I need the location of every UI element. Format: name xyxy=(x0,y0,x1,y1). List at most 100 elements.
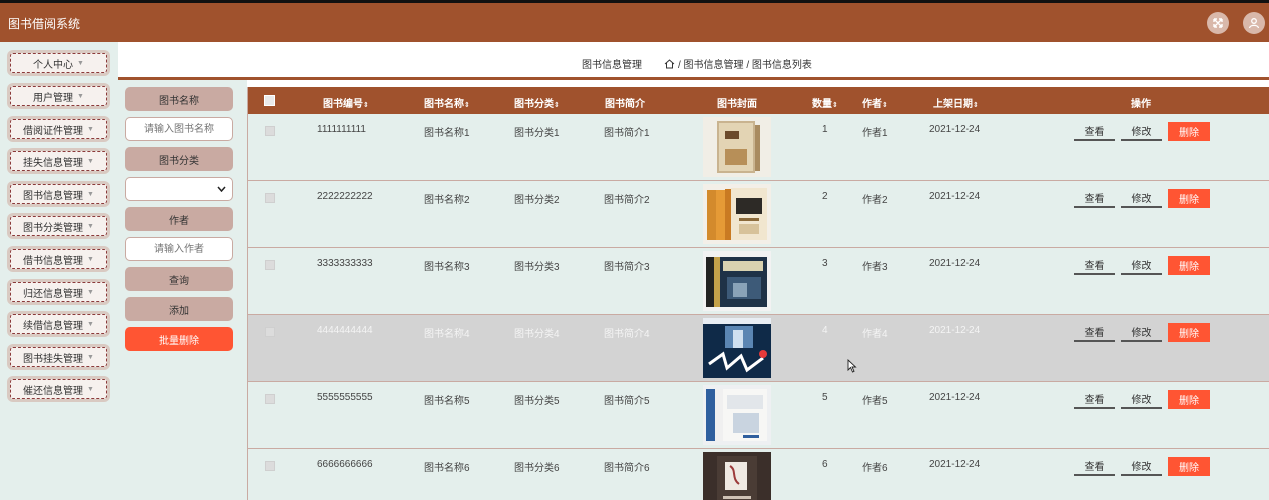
book-category-label: 图书分类 xyxy=(125,147,233,171)
edit-button[interactable]: 修改 xyxy=(1121,323,1162,342)
chevron-down-icon xyxy=(217,186,226,192)
table-row: 3333333333 图书名称3 图书分类3 图书简介3 3 作者3 2021-… xyxy=(248,248,1269,315)
cell-author: 作者4 xyxy=(862,329,888,340)
page-title: 图书信息管理 xyxy=(582,60,642,71)
batch-delete-button[interactable]: 批量删除 xyxy=(125,327,233,351)
edit-button[interactable]: 修改 xyxy=(1121,122,1162,141)
book-category-select[interactable] xyxy=(125,177,233,201)
mouse-cursor-icon xyxy=(847,359,857,373)
book-name-input[interactable] xyxy=(125,117,233,141)
sidebar-item-user-management[interactable]: 用户管理 ▼ xyxy=(7,83,110,109)
chevron-down-icon: ▼ xyxy=(87,222,94,230)
sidebar-item-book-category[interactable]: 图书分类管理 ▼ xyxy=(7,213,110,239)
table-row: 2222222222 图书名称2 图书分类2 图书简介2 2 作者2 2021-… xyxy=(248,181,1269,248)
column-author[interactable]: 作者⇕ xyxy=(862,95,888,110)
add-button[interactable]: 添加 xyxy=(125,297,233,321)
view-button[interactable]: 查看 xyxy=(1074,323,1115,342)
select-all-checkbox[interactable] xyxy=(264,95,275,106)
sort-icon: ⇕ xyxy=(554,102,560,109)
book-table: 图书编号⇕ 图书名称⇕ 图书分类⇕ 图书简介 图书封面 数量⇕ 作者⇕ 上架日期… xyxy=(247,87,1269,500)
cell-author: 作者3 xyxy=(862,262,888,273)
table-row: 1111111111 图书名称1 图书分类1 图书简介1 1 作者1 2021-… xyxy=(248,114,1269,181)
edit-button[interactable]: 修改 xyxy=(1121,256,1162,275)
edit-button[interactable]: 修改 xyxy=(1121,457,1162,476)
sidebar-item-borrow-info[interactable]: 借书信息管理 ▼ xyxy=(7,246,110,272)
edit-button[interactable]: 修改 xyxy=(1121,189,1162,208)
cell-date: 2021-12-24 xyxy=(929,392,981,403)
sidebar: 个人中心 ▼ 用户管理 ▼ 借阅证件管理 ▼ 挂失信息管理 ▼ 图书信息管理 ▼ 图书分类… xyxy=(0,42,118,500)
column-cover: 图书封面 xyxy=(717,99,757,110)
sidebar-item-label: 续借信息管理 xyxy=(23,320,84,332)
sidebar-item-personal-center[interactable]: 个人中心 ▼ xyxy=(7,50,110,76)
sidebar-item-reminder[interactable]: 催还信息管理 ▼ xyxy=(7,376,110,402)
delete-button[interactable]: 删除 xyxy=(1168,189,1210,208)
book-cover-image xyxy=(703,184,771,244)
cell-category: 图书分类2 xyxy=(514,195,560,206)
filter-panel: 图书名称 图书分类 作者 查询 添加 批量删除 xyxy=(118,80,247,500)
column-date[interactable]: 上架日期⇕ xyxy=(933,95,979,110)
row-checkbox[interactable] xyxy=(265,126,275,136)
table-header: 图书编号⇕ 图书名称⇕ 图书分类⇕ 图书简介 图书封面 数量⇕ 作者⇕ 上架日期… xyxy=(248,87,1269,114)
column-category[interactable]: 图书分类⇕ xyxy=(514,95,560,110)
delete-button[interactable]: 删除 xyxy=(1168,122,1210,141)
cell-number: 2222222222 xyxy=(317,191,373,202)
cell-date: 2021-12-24 xyxy=(929,325,981,336)
cell-number: 3333333333 xyxy=(317,258,373,269)
cell-name: 图书名称4 xyxy=(424,329,470,340)
cell-intro: 图书简介4 xyxy=(604,329,650,340)
table-row: 5555555555 图书名称5 图书分类5 图书简介5 5 作者5 2021-… xyxy=(248,382,1269,449)
column-number[interactable]: 图书编号⇕ xyxy=(323,95,369,110)
cell-name: 图书名称5 xyxy=(424,396,470,407)
sidebar-item-renew-info[interactable]: 续借信息管理 ▼ xyxy=(7,311,110,337)
chevron-down-icon: ▼ xyxy=(87,353,94,361)
sidebar-item-return-info[interactable]: 归还信息管理 ▼ xyxy=(7,279,110,305)
cell-quantity: 1 xyxy=(822,124,828,135)
delete-button[interactable]: 删除 xyxy=(1168,390,1210,409)
view-button[interactable]: 查看 xyxy=(1074,189,1115,208)
delete-button[interactable]: 删除 xyxy=(1168,457,1210,476)
cell-number: 6666666666 xyxy=(317,459,373,470)
cell-name: 图书名称1 xyxy=(424,128,470,139)
delete-button[interactable]: 删除 xyxy=(1168,256,1210,275)
search-button[interactable]: 查询 xyxy=(125,267,233,291)
cell-intro: 图书简介5 xyxy=(604,396,650,407)
view-button[interactable]: 查看 xyxy=(1074,457,1115,476)
row-checkbox[interactable] xyxy=(265,327,275,337)
cell-date: 2021-12-24 xyxy=(929,191,981,202)
chevron-down-icon: ▼ xyxy=(87,320,94,328)
chevron-down-icon: ▼ xyxy=(87,157,94,165)
cell-author: 作者2 xyxy=(862,195,888,206)
row-checkbox[interactable] xyxy=(265,394,275,404)
row-checkbox[interactable] xyxy=(265,461,275,471)
view-button[interactable]: 查看 xyxy=(1074,390,1115,409)
sidebar-item-label: 借阅证件管理 xyxy=(23,125,84,137)
column-name[interactable]: 图书名称⇕ xyxy=(424,95,470,110)
view-button[interactable]: 查看 xyxy=(1074,122,1115,141)
column-quantity[interactable]: 数量⇕ xyxy=(812,95,838,110)
row-checkbox[interactable] xyxy=(265,260,275,270)
delete-button[interactable]: 删除 xyxy=(1168,323,1210,342)
author-label: 作者 xyxy=(125,207,233,231)
edit-button[interactable]: 修改 xyxy=(1121,390,1162,409)
chevron-down-icon: ▼ xyxy=(87,255,94,263)
chevron-down-icon: ▼ xyxy=(77,59,84,67)
sidebar-item-book-info[interactable]: 图书信息管理 ▼ xyxy=(7,181,110,207)
book-cover-image xyxy=(703,385,771,445)
sidebar-item-book-loss[interactable]: 图书挂失管理 ▼ xyxy=(7,344,110,370)
cell-category: 图书分类5 xyxy=(514,396,560,407)
cell-date: 2021-12-24 xyxy=(929,124,981,135)
user-icon[interactable] xyxy=(1243,12,1265,34)
column-intro: 图书简介 xyxy=(605,99,645,110)
cell-quantity: 6 xyxy=(822,459,828,470)
chevron-down-icon: ▼ xyxy=(87,385,94,393)
row-checkbox[interactable] xyxy=(265,193,275,203)
sidebar-item-label: 借书信息管理 xyxy=(23,255,84,267)
home-icon[interactable] xyxy=(664,58,675,69)
table-row: 4444444444 图书名称4 图书分类4 图书简介4 4 作者4 2021-… xyxy=(248,315,1269,382)
fullscreen-icon[interactable] xyxy=(1207,12,1229,34)
breadcrumb-path: / 图书信息管理 / 图书信息列表 xyxy=(664,56,812,71)
sidebar-item-library-card[interactable]: 借阅证件管理 ▼ xyxy=(7,116,110,142)
author-input[interactable] xyxy=(125,237,233,261)
sidebar-item-loss-report[interactable]: 挂失信息管理 ▼ xyxy=(7,148,110,174)
view-button[interactable]: 查看 xyxy=(1074,256,1115,275)
